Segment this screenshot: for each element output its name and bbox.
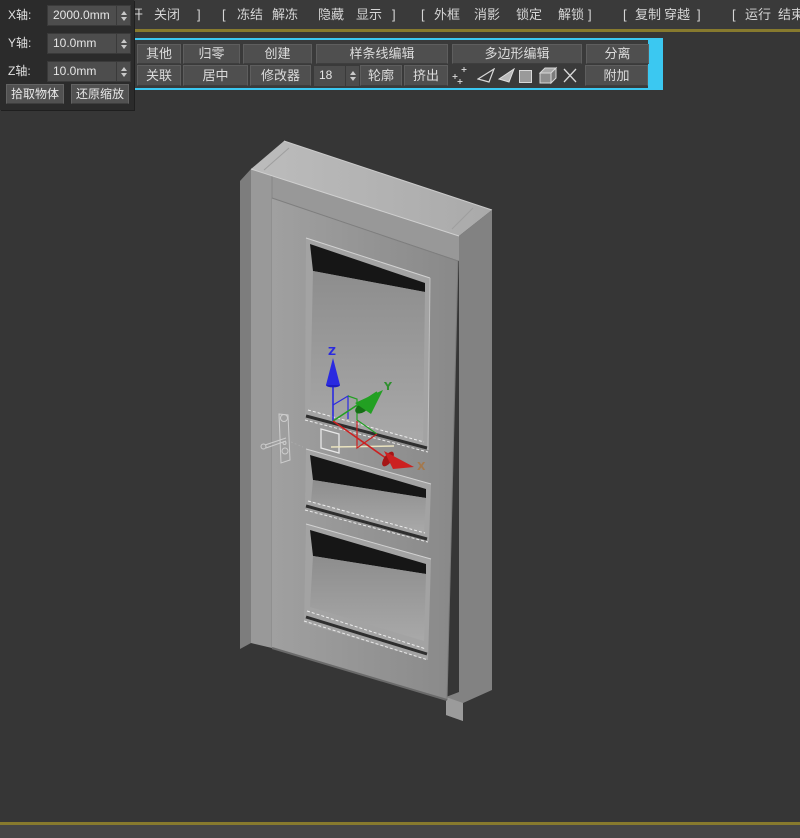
restore-scale-button[interactable]: 还原缩放 xyxy=(71,84,129,104)
door-model[interactable] xyxy=(240,141,492,721)
pick-object-button[interactable]: 拾取物体 xyxy=(6,84,64,104)
y-axis-spinner[interactable]: 10.0mm xyxy=(47,33,131,54)
spinner-arrows[interactable] xyxy=(116,34,130,53)
bracket: [ xyxy=(222,0,226,29)
spin-up-icon[interactable] xyxy=(121,67,127,71)
spin-down-icon[interactable] xyxy=(121,45,127,49)
bracket: ] xyxy=(197,0,201,29)
menu-item-end[interactable]: 结束 xyxy=(778,0,800,29)
menu-item-copy[interactable]: 复制 xyxy=(635,0,661,29)
spline-cursor-icon[interactable] xyxy=(498,65,516,86)
spin-up-icon[interactable] xyxy=(121,39,127,43)
menu-item-outline-box[interactable]: 外框 xyxy=(434,0,460,29)
gizmo-y-label: Y xyxy=(383,380,393,393)
bracket: [ xyxy=(623,0,627,29)
spin-down-icon[interactable] xyxy=(121,17,127,21)
bracket: ] xyxy=(588,0,592,29)
attach-button[interactable]: 附加 xyxy=(585,65,648,86)
menu-item-lock[interactable]: 锁定 xyxy=(516,0,542,29)
gizmo-x-label: X xyxy=(417,460,426,473)
spin-down-icon[interactable] xyxy=(350,77,356,81)
spinner-arrows[interactable] xyxy=(116,6,130,25)
segments-value: 18 xyxy=(314,66,345,86)
y-axis-label: Y轴: xyxy=(8,33,31,53)
other-button[interactable]: 其他 xyxy=(137,44,181,64)
menu-item-close[interactable]: 关闭 xyxy=(154,0,180,29)
spin-up-icon[interactable] xyxy=(121,11,127,15)
viewport-3d[interactable]: Z Y X xyxy=(0,0,800,838)
detach-button[interactable]: 分离 xyxy=(586,44,649,64)
outline-button[interactable]: 轮廓 xyxy=(360,65,402,86)
z-axis-label: Z轴: xyxy=(8,61,31,81)
bracket: [ xyxy=(421,0,425,29)
menu-item-freeze[interactable]: 冻结 xyxy=(237,0,263,29)
close-x-icon[interactable] xyxy=(561,65,579,86)
modifier-button[interactable]: 修改器 xyxy=(250,65,311,86)
element-cube-icon[interactable] xyxy=(538,65,558,86)
x-axis-spinner[interactable]: 2000.0mm xyxy=(47,5,131,26)
polygon-square-icon[interactable] xyxy=(518,65,534,86)
instance-button[interactable]: 关联 xyxy=(137,65,181,86)
zero-button[interactable]: 归零 xyxy=(183,44,240,64)
bracket: ] xyxy=(392,0,396,29)
spinner-arrows[interactable] xyxy=(345,66,359,86)
bracket: ] xyxy=(697,0,701,29)
spline-cream-line xyxy=(331,446,394,447)
segment-cursor-icon[interactable] xyxy=(477,65,496,86)
bracket: [ xyxy=(732,0,736,29)
menu-item-run[interactable]: 运行 xyxy=(745,0,771,29)
menu-item-unshadow[interactable]: 消影 xyxy=(474,0,500,29)
menu-item-hide[interactable]: 隐藏 xyxy=(318,0,344,29)
z-axis-spinner[interactable]: 10.0mm xyxy=(47,61,131,82)
menu-item-unlock[interactable]: 解锁 xyxy=(558,0,584,29)
create-button[interactable]: 创建 xyxy=(243,44,312,64)
y-axis-value: 10.0mm xyxy=(48,34,116,53)
poly-edit-button[interactable]: 多边形编辑 xyxy=(452,44,582,64)
frame-left-side-face xyxy=(240,169,251,649)
extrude-button[interactable]: 挤出 xyxy=(404,65,448,86)
spline-edit-button[interactable]: 样条线编辑 xyxy=(316,44,448,64)
axis-input-panel: X轴: 2000.0mm Y轴: 10.0mm Z轴: 10.0mm 拾取物体 … xyxy=(0,0,134,110)
x-axis-label: X轴: xyxy=(8,5,31,25)
segments-spinner[interactable]: 18 xyxy=(313,65,360,87)
spin-up-icon[interactable] xyxy=(350,71,356,75)
x-axis-value: 2000.0mm xyxy=(48,6,116,25)
status-bar xyxy=(0,825,800,838)
spinner-arrows[interactable] xyxy=(116,62,130,81)
spin-down-icon[interactable] xyxy=(121,73,127,77)
z-axis-value: 10.0mm xyxy=(48,62,116,81)
vertex-icon[interactable] xyxy=(452,65,469,86)
toolbar-cyan-cap xyxy=(648,38,663,90)
gizmo-z-label: Z xyxy=(328,345,336,358)
frame-left-jamb-front xyxy=(251,169,272,648)
menu-item-traverse[interactable]: 穿越 xyxy=(664,0,690,29)
menu-item-unfreeze[interactable]: 解冻 xyxy=(272,0,298,29)
center-button[interactable]: 居中 xyxy=(183,65,248,86)
menu-item-show[interactable]: 显示 xyxy=(356,0,382,29)
app-window: Z Y X 开 关闭 ] [ 冻结 解冻 隐藏 显示 ] xyxy=(0,0,800,838)
